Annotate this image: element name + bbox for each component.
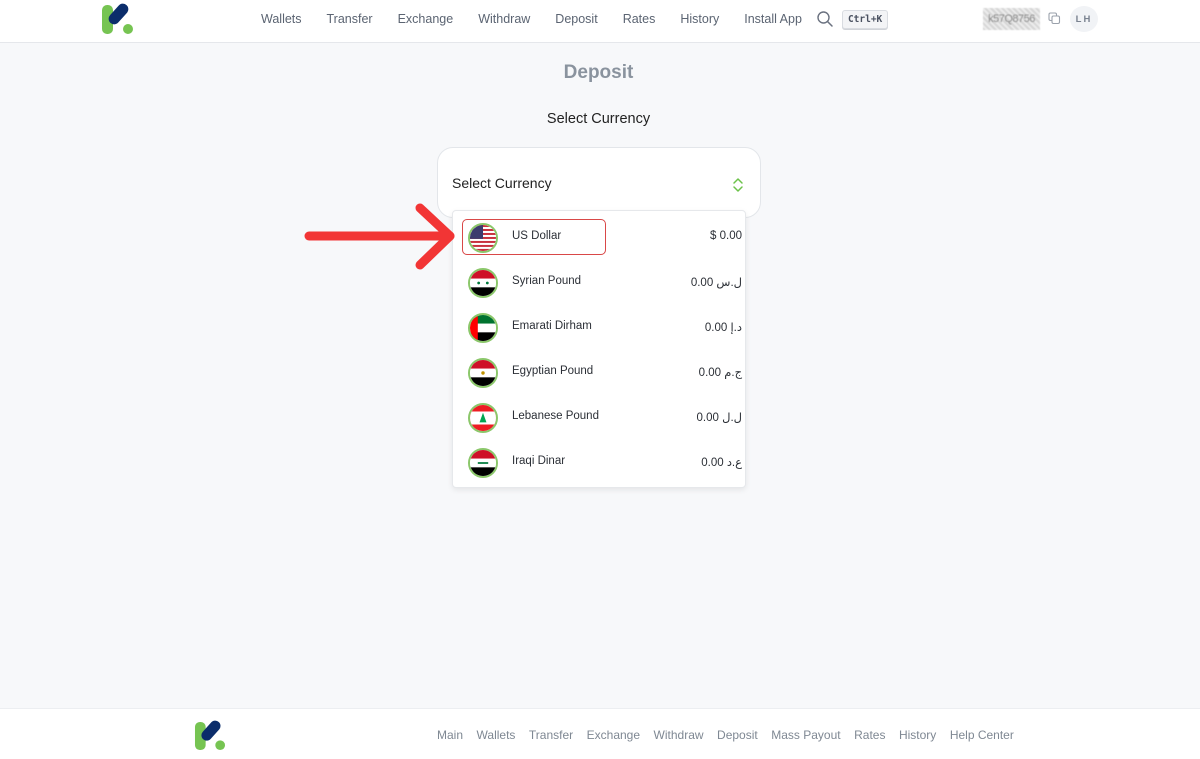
footer-link-mass-payout[interactable]: Mass Payout [771, 728, 840, 742]
nav-transfer[interactable]: Transfer [327, 12, 373, 26]
footer: Main Wallets Transfer Exchange Withdraw … [0, 708, 1200, 759]
search-shortcut-badge[interactable]: Ctrl+K [841, 9, 889, 29]
page-title: Deposit [563, 62, 634, 83]
footer-link-history[interactable]: History [899, 728, 936, 742]
currency-balance: 0.00 ج.م [698, 367, 742, 379]
nav-withdraw[interactable]: Withdraw [478, 12, 530, 26]
currency-name: Iraqi Dinar [512, 455, 566, 467]
main-nav: Wallets Transfer Exchange Withdraw Depos… [261, 0, 889, 38]
currency-option-iraqi-dinar[interactable]: Iraqi Dinar 0.00 ع.د [462, 444, 742, 480]
footer-link-exchange[interactable]: Exchange [587, 728, 640, 742]
egypt-flag-icon [468, 358, 498, 388]
footer-link-rates[interactable]: Rates [854, 728, 885, 742]
footer-link-main[interactable]: Main [437, 728, 463, 742]
currency-balance: 0.00 د.إ [704, 322, 742, 334]
logo-icon[interactable] [101, 3, 134, 35]
nav-wallets[interactable]: Wallets [261, 12, 302, 26]
currency-option-syrian-pound[interactable]: Syrian Pound 0.00 ل.س [462, 264, 742, 300]
currency-select[interactable]: Select Currency [437, 147, 761, 218]
copy-icon[interactable] [1048, 12, 1061, 25]
nav-rates[interactable]: Rates [623, 12, 656, 26]
currency-balance: 0.00 ع.د [701, 457, 742, 469]
red-arrow-icon [304, 203, 455, 270]
footer-logo-icon[interactable] [194, 720, 226, 751]
user-id: k57Q8756 [983, 8, 1040, 30]
currency-option-lebanese-pound[interactable]: Lebanese Pound 0.00 ل.ل [462, 399, 742, 435]
currency-dropdown: US Dollar $ 0.00 Syrian Pound 0.00 ل.س E… [452, 210, 746, 488]
nav-exchange[interactable]: Exchange [398, 12, 454, 26]
select-currency-label: Select Currency [546, 111, 651, 127]
nav-deposit[interactable]: Deposit [555, 12, 597, 26]
nav-install-app[interactable]: Install App [744, 12, 802, 26]
currency-balance: 0.00 ل.س [690, 277, 742, 289]
currency-select-placeholder: Select Currency [452, 175, 552, 191]
footer-link-wallets[interactable]: Wallets [477, 728, 516, 742]
currency-option-emarati-dirham[interactable]: Emarati Dirham 0.00 د.إ [462, 309, 742, 345]
syria-flag-icon [468, 268, 498, 298]
footer-link-withdraw[interactable]: Withdraw [654, 728, 704, 742]
footer-nav: Main Wallets Transfer Exchange Withdraw … [437, 728, 1027, 742]
chevron-up-down-icon [733, 178, 743, 192]
search-icon[interactable] [816, 10, 834, 28]
currency-name: Lebanese Pound [512, 410, 599, 422]
currency-name: Egyptian Pound [512, 365, 594, 377]
lebanon-flag-icon [468, 403, 498, 433]
us-flag-icon [468, 223, 498, 253]
footer-link-help-center[interactable]: Help Center [950, 728, 1014, 742]
currency-name: US Dollar [512, 230, 562, 242]
currency-option-us-dollar[interactable]: US Dollar $ 0.00 [462, 219, 742, 255]
currency-name: Syrian Pound [512, 275, 582, 287]
user-avatar[interactable]: LH [1070, 6, 1098, 32]
currency-balance: 0.00 ل.ل [696, 412, 742, 424]
footer-link-transfer[interactable]: Transfer [529, 728, 573, 742]
iraq-flag-icon [468, 448, 498, 478]
top-header: Wallets Transfer Exchange Withdraw Depos… [0, 0, 1200, 43]
currency-option-egyptian-pound[interactable]: Egyptian Pound 0.00 ج.م [462, 354, 742, 390]
footer-link-deposit[interactable]: Deposit [717, 728, 758, 742]
currency-name: Emarati Dirham [512, 320, 592, 332]
uae-flag-icon [468, 313, 498, 343]
nav-history[interactable]: History [680, 12, 719, 26]
currency-balance: $ 0.00 [710, 230, 742, 242]
